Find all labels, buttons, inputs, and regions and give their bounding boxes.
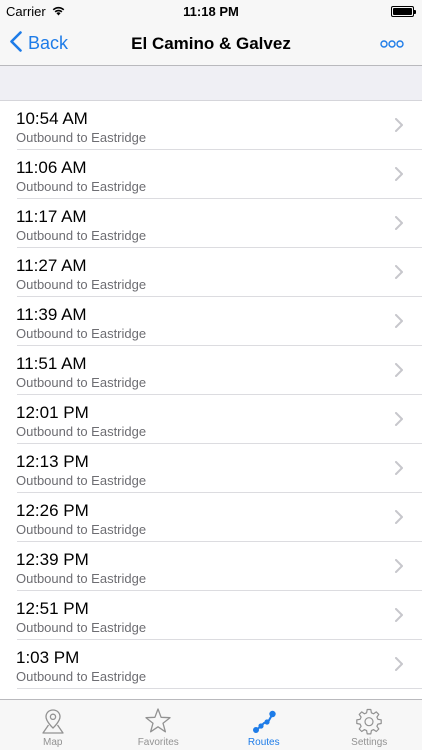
chevron-right-icon <box>395 363 403 377</box>
battery-icon <box>391 5 416 17</box>
chevron-right-icon <box>395 608 403 622</box>
departure-direction: Outbound to Eastridge <box>16 620 147 635</box>
departure-row[interactable]: 11:06 AM Outbound to Eastridge <box>0 150 422 199</box>
star-icon <box>145 708 171 733</box>
departure-time: 11:51 AM <box>16 354 87 373</box>
gear-icon <box>356 708 383 735</box>
chevron-right-icon <box>395 412 403 426</box>
tab-label: Routes <box>247 737 280 748</box>
chevron-right-icon <box>395 314 403 328</box>
departure-time: 11:27 AM <box>16 256 87 275</box>
departure-row[interactable]: 11:51 AM Outbound to Eastridge <box>0 346 422 395</box>
map-pin-icon <box>42 709 64 734</box>
departure-direction: Outbound to Eastridge <box>16 228 147 243</box>
chevron-right-icon <box>395 461 403 475</box>
departure-row[interactable]: 12:26 PM Outbound to Eastridge <box>0 493 422 542</box>
departure-row[interactable]: 1:03 PM Outbound to Eastridge <box>0 640 422 689</box>
tab-routes[interactable]: Routes <box>211 700 317 750</box>
tab-label: Map <box>43 737 63 748</box>
departure-time: 10:54 AM <box>16 109 88 128</box>
departure-row[interactable]: 12:51 PM Outbound to Eastridge <box>0 591 422 640</box>
departure-time: 12:26 PM <box>16 501 89 520</box>
departure-row[interactable]: 11:39 AM Outbound to Eastridge <box>0 297 422 346</box>
carrier-label: Carrier <box>6 3 46 19</box>
tab-label: Favorites <box>137 737 179 748</box>
tab-settings[interactable]: Settings <box>317 700 422 750</box>
departure-time: 12:39 PM <box>16 550 89 569</box>
departure-direction: Outbound to Eastridge <box>16 571 147 586</box>
departure-direction: Outbound to Eastridge <box>16 522 147 537</box>
departure-direction: Outbound to Eastridge <box>16 130 147 145</box>
chevron-right-icon <box>395 216 403 230</box>
departure-time: 12:01 PM <box>16 403 89 422</box>
departure-direction: Outbound to Eastridge <box>16 277 147 292</box>
departure-time: 1:03 PM <box>16 648 80 667</box>
status-left: Carrier <box>6 4 66 19</box>
status-bar: Carrier 11:18 PM <box>0 0 422 22</box>
wifi-icon <box>51 4 66 19</box>
departure-time: 11:39 AM <box>16 305 87 324</box>
tab-map[interactable]: Map <box>0 700 106 750</box>
departure-row[interactable]: 11:17 AM Outbound to Eastridge <box>0 199 422 248</box>
chevron-right-icon <box>395 118 403 132</box>
departure-direction: Outbound to Eastridge <box>16 179 147 194</box>
departure-direction: Outbound to Eastridge <box>16 473 147 488</box>
routes-icon <box>252 710 276 733</box>
departure-list: 10:54 AM Outbound to Eastridge 11:06 AM … <box>0 101 422 699</box>
more-options-icon <box>380 35 404 53</box>
departure-row[interactable]: 12:39 PM Outbound to Eastridge <box>0 542 422 591</box>
more-button[interactable] <box>380 36 404 52</box>
tab-favorites[interactable]: Favorites <box>106 700 212 750</box>
departure-direction: Outbound to Eastridge <box>16 424 147 439</box>
departure-time: 11:06 AM <box>16 158 87 177</box>
back-button[interactable]: Back <box>10 22 68 65</box>
chevron-right-icon <box>395 510 403 524</box>
chevron-right-icon <box>395 657 403 671</box>
departure-direction: Outbound to Eastridge <box>16 375 147 390</box>
section-header <box>0 66 422 101</box>
departure-time: 11:17 AM <box>16 207 87 226</box>
back-label: Back <box>28 33 69 53</box>
departure-row[interactable]: 10:54 AM Outbound to Eastridge <box>0 101 422 150</box>
departure-row[interactable]: 11:27 AM Outbound to Eastridge <box>0 248 422 297</box>
navigation-bar: Back El Camino & Galvez <box>0 22 422 66</box>
chevron-left-icon <box>10 30 22 57</box>
departure-direction: Outbound to Eastridge <box>16 326 147 341</box>
chevron-right-icon <box>395 559 403 573</box>
departure-time: 12:13 PM <box>16 452 89 471</box>
chevron-right-icon <box>395 167 403 181</box>
tab-bar: Map Favorites Routes Settings <box>0 699 422 750</box>
departure-time: 12:51 PM <box>16 599 89 618</box>
departure-row[interactable] <box>0 689 422 699</box>
tab-label: Settings <box>351 737 388 748</box>
departure-direction: Outbound to Eastridge <box>16 669 147 684</box>
departure-row[interactable]: 12:13 PM Outbound to Eastridge <box>0 444 422 493</box>
departure-row[interactable]: 12:01 PM Outbound to Eastridge <box>0 395 422 444</box>
chevron-right-icon <box>395 265 403 279</box>
